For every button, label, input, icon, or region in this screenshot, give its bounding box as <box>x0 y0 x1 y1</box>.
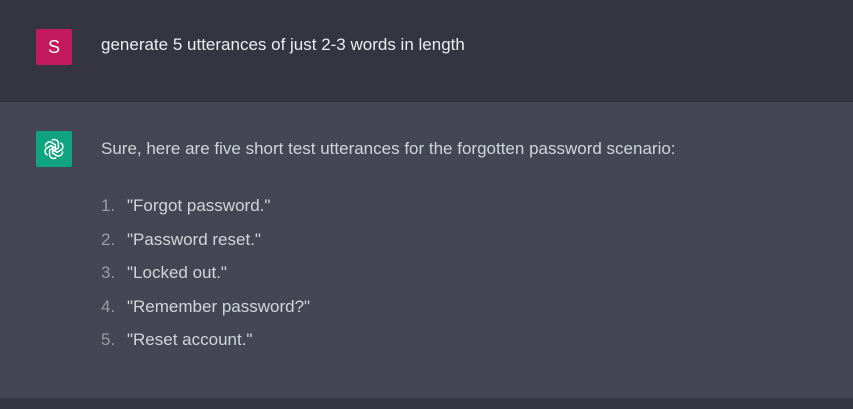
list-item: 2. "Password reset." <box>101 228 310 262</box>
user-avatar: S <box>36 29 72 65</box>
user-message-row: S generate 5 utterances of just 2-3 word… <box>0 0 853 102</box>
list-item: 3. "Locked out." <box>101 261 310 295</box>
bottom-strip <box>0 398 853 409</box>
assistant-intro-text: Sure, here are five short test utterance… <box>101 139 676 158</box>
list-item-text: "Remember password?" <box>127 296 311 316</box>
list-item: 4. "Remember password?" <box>101 295 310 329</box>
list-item: 5. "Reset account." <box>101 328 310 362</box>
list-item-number: 4. <box>101 296 116 316</box>
assistant-avatar <box>36 131 72 167</box>
list-item-number: 2. <box>101 229 116 249</box>
openai-logo-icon <box>44 138 64 160</box>
list-item-text: "Locked out." <box>127 263 227 282</box>
list-item: 1. "Forgot password." <box>101 194 310 228</box>
list-item-number: 3. <box>101 263 116 282</box>
user-message-text: generate 5 utterances of just 2-3 words … <box>101 35 465 54</box>
list-item-text: "Reset account." <box>127 330 253 349</box>
list-item-text: "Forgot password." <box>127 196 271 215</box>
list-item-number: 1. <box>101 196 116 215</box>
utterance-list: 1. "Forgot password." 2. "Password reset."… <box>101 194 310 362</box>
list-item-number: 5. <box>101 330 116 349</box>
list-item-text: "Password reset." <box>127 229 261 249</box>
